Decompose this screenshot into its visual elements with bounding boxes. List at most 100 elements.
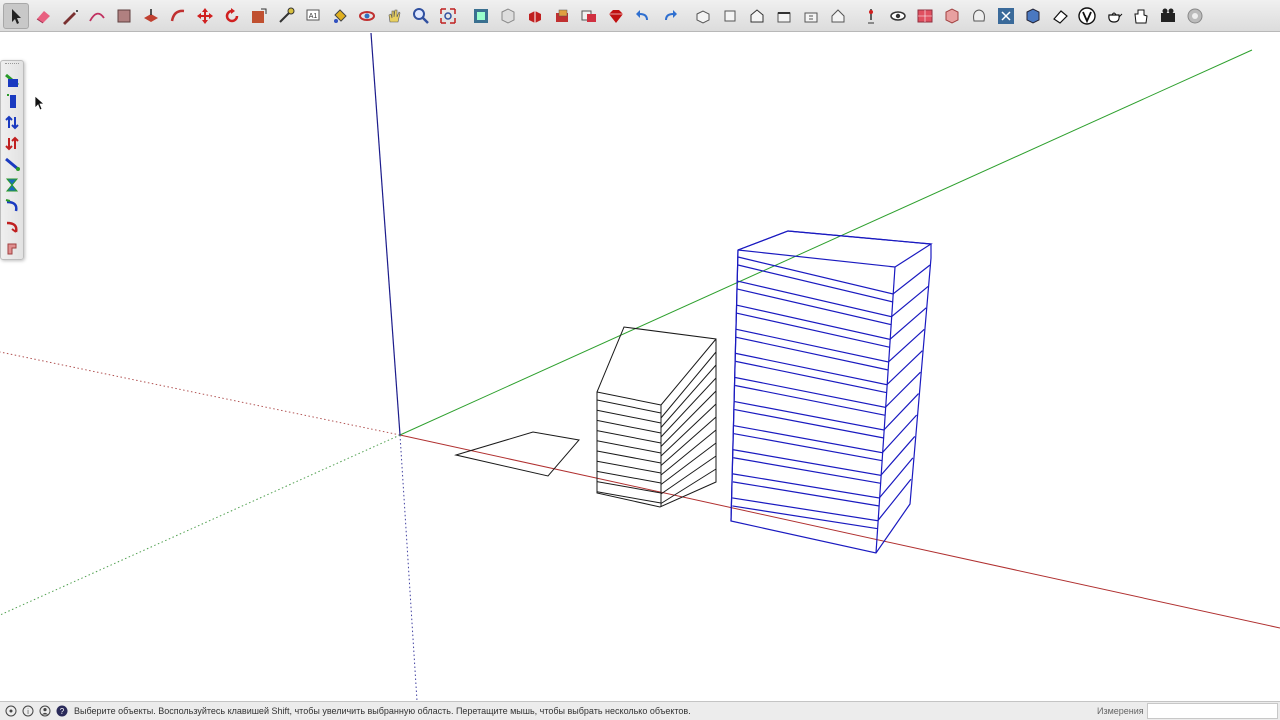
component-icon [529,10,541,23]
vray-button[interactable] [1074,3,1100,29]
solid-icon [945,7,959,24]
side-tool-1[interactable] [1,69,23,90]
side-tool-9[interactable] [1,237,23,258]
select-tool[interactable] [3,2,29,29]
modeling-viewport[interactable] [0,33,1280,701]
right-view-icon [777,11,791,22]
left-view-icon [831,8,845,22]
material-button[interactable] [1128,3,1154,29]
flat-face [454,431,580,477]
paint-bucket-tool[interactable] [327,3,353,29]
floor-edge [596,419,662,434]
section-plane-button[interactable] [912,3,938,29]
right-view-button[interactable] [771,3,797,29]
orbit-icon [359,10,375,21]
ruby-icon [609,9,623,23]
back-view-button[interactable] [798,3,824,29]
extension-warehouse-button[interactable] [495,3,521,29]
left-view-button[interactable] [825,3,851,29]
eye-icon [890,10,906,21]
position-camera-button[interactable] [858,3,884,29]
pan-tool[interactable] [381,3,407,29]
arc-tool[interactable] [84,3,110,29]
status-bar: i ? Выберите объекты. Воспользуйтесь кла… [0,701,1280,720]
floor-edge [596,440,662,454]
toolbar-grip[interactable] [5,63,19,66]
user-account-icon[interactable] [38,705,51,718]
tower-floor-edge-lower [733,433,883,462]
rotate-icon [225,7,239,22]
push-pull-tool[interactable] [138,3,164,29]
redo-button[interactable] [657,3,683,29]
teapot-button[interactable] [1101,3,1127,29]
settings-button[interactable] [1182,3,1208,29]
look-around-button[interactable] [885,3,911,29]
text-icon: A1 [306,9,320,20]
rotate-tool[interactable] [219,3,245,29]
scale-tool[interactable] [246,3,272,29]
intersect-button[interactable] [993,3,1019,29]
blue-panel-icon [7,93,16,108]
solid-tools-button[interactable] [939,3,965,29]
tower-floor-edge [733,414,918,454]
zoom-tool[interactable] [408,3,434,29]
tower-floor-edge [735,371,921,408]
tower-floor-edge-lower [734,408,884,439]
shapes-tool[interactable] [111,3,137,29]
union-button[interactable] [1020,3,1046,29]
zoom-extents-tool[interactable] [435,3,461,29]
hourglass-icon [5,178,19,191]
side-tool-3[interactable] [1,111,23,132]
iso-view-icon [696,9,710,24]
measurements-input[interactable] [1147,703,1278,719]
arrows-up-down-icon [5,115,19,129]
floor-edge [596,460,662,474]
eraser-tool[interactable] [30,3,56,29]
top-view-icon [724,10,736,21]
back-view-icon [804,12,818,22]
layers-icon [581,10,596,22]
eraser-alt-button[interactable] [1047,3,1073,29]
geolocation-icon[interactable] [4,705,17,718]
floor-edge-side [660,442,717,485]
side-tool-6[interactable] [1,174,23,195]
front-view-icon [750,8,764,22]
axis-green-negative [0,434,401,616]
follow-me-tool[interactable] [165,3,191,29]
side-tool-2[interactable] [1,90,23,111]
side-toolbar [0,60,24,260]
layers-button[interactable] [576,3,602,29]
text-tool[interactable]: A1 [300,3,326,29]
outer-shell-button[interactable] [966,3,992,29]
components-button[interactable] [522,3,548,29]
move-tool[interactable] [192,3,218,29]
side-tool-8[interactable] [1,216,23,237]
scale-icon [252,8,267,23]
undo-button[interactable] [630,3,656,29]
side-tool-4[interactable] [1,132,23,153]
iso-view-button[interactable] [690,3,716,29]
orbit-tool[interactable] [354,3,380,29]
top-view-button[interactable] [717,3,743,29]
tower-floor-edge-lower [735,384,886,416]
sketchup-window: A1 i ? Выберите объекты. Воспользуйтесь … [0,0,1280,720]
line-tool[interactable] [57,3,83,29]
scene-canvas[interactable] [0,33,1280,701]
styles-button[interactable] [549,3,575,29]
redo-icon [665,9,677,20]
floor-edge-side [660,455,717,495]
3d-warehouse-button[interactable] [468,3,494,29]
side-tool-7[interactable] [1,195,23,216]
paint-bucket-icon [334,8,347,23]
tape-measure-tool[interactable] [273,3,299,29]
render-button[interactable] [1155,3,1181,29]
mouse-cursor-icon [34,95,46,111]
help-icon[interactable]: ? [55,705,68,718]
floor-edge [596,399,662,414]
side-tool-5[interactable] [1,153,23,174]
section-icon [917,9,933,22]
front-view-button[interactable] [744,3,770,29]
sandbox-button[interactable] [603,3,629,29]
eraser-icon [36,10,50,23]
credits-icon[interactable]: i [21,705,34,718]
